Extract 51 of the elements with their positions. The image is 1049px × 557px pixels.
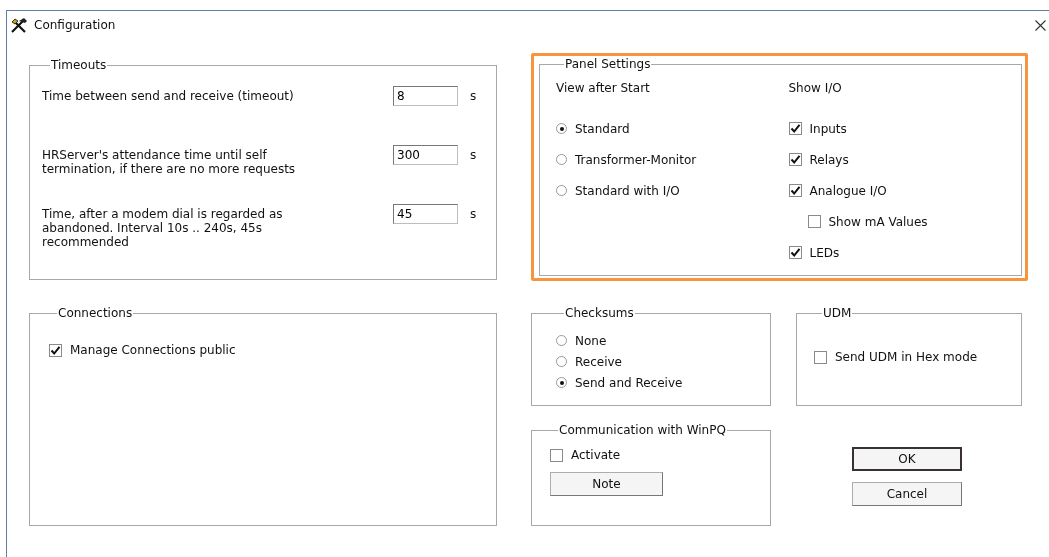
group-title: Checksums xyxy=(564,306,635,320)
setting-label: HRServer's attendance time until self termination, if there are no more requests xyxy=(42,147,297,176)
dialog-button[interactable]: Cancel xyxy=(852,482,962,506)
checkbox[interactable] xyxy=(814,350,827,364)
radio-label: Receive xyxy=(575,354,622,369)
radio-label: Standard xyxy=(575,121,630,136)
section-label: Show I/O xyxy=(788,81,843,97)
note-button[interactable]: Note xyxy=(550,472,663,496)
checkbox[interactable] xyxy=(550,448,563,462)
checkbox[interactable] xyxy=(788,246,802,259)
input-field[interactable]: 8 xyxy=(393,86,458,106)
radio-button[interactable] xyxy=(556,154,567,165)
unit-label: s xyxy=(469,147,478,162)
radio-button[interactable] xyxy=(556,356,567,367)
tools-icon xyxy=(10,17,28,33)
group-title: Panel Settings xyxy=(564,57,652,71)
radio-button[interactable] xyxy=(556,123,567,134)
window-title: Configuration xyxy=(34,18,116,32)
checkbox[interactable] xyxy=(788,184,802,197)
radio-label: Transformer-Monitor xyxy=(575,152,697,167)
unit-label: s xyxy=(469,88,478,103)
group-title: Communication with WinPQ xyxy=(558,423,727,437)
group-title: Timeouts xyxy=(50,58,108,72)
group-title: UDM xyxy=(822,306,853,320)
checkbox-label: Relays xyxy=(809,152,849,167)
setting-label: Time between send and receive (timeout) xyxy=(42,88,295,103)
checkbox-label: LEDs xyxy=(809,245,840,260)
checkbox-label: Inputs xyxy=(809,121,847,136)
checkbox[interactable] xyxy=(788,153,802,166)
radio-button[interactable] xyxy=(556,377,567,388)
unit-label: s xyxy=(469,206,478,221)
radio-button[interactable] xyxy=(556,335,567,346)
checkbox-label: Analogue I/O xyxy=(809,183,887,198)
checkbox-label: Manage Connections public xyxy=(70,343,236,357)
radio-label: Send and Receive xyxy=(575,375,683,390)
radio-label: None xyxy=(575,333,607,348)
checkbox-label: Send UDM in Hex mode xyxy=(835,350,978,364)
radio-button[interactable] xyxy=(556,185,567,196)
checkbox[interactable] xyxy=(807,215,821,228)
checkbox-label: Activate xyxy=(571,448,621,462)
checkbox[interactable] xyxy=(49,343,62,357)
dialog-button[interactable]: OK xyxy=(852,447,962,471)
checkbox[interactable] xyxy=(788,122,802,135)
group-title: Connections xyxy=(57,306,134,320)
input-field[interactable]: 45 xyxy=(393,204,458,224)
setting-label: Time, after a modem dial is regarded as abandoned. Interval 10s .. 240s, 45s recommended xyxy=(42,206,284,249)
radio-label: Standard with I/O xyxy=(575,183,680,198)
section-label: View after Start xyxy=(556,81,651,97)
checkbox-label: Show mA Values xyxy=(828,214,928,229)
close-icon[interactable] xyxy=(1035,19,1046,31)
input-field[interactable]: 300 xyxy=(393,145,458,165)
